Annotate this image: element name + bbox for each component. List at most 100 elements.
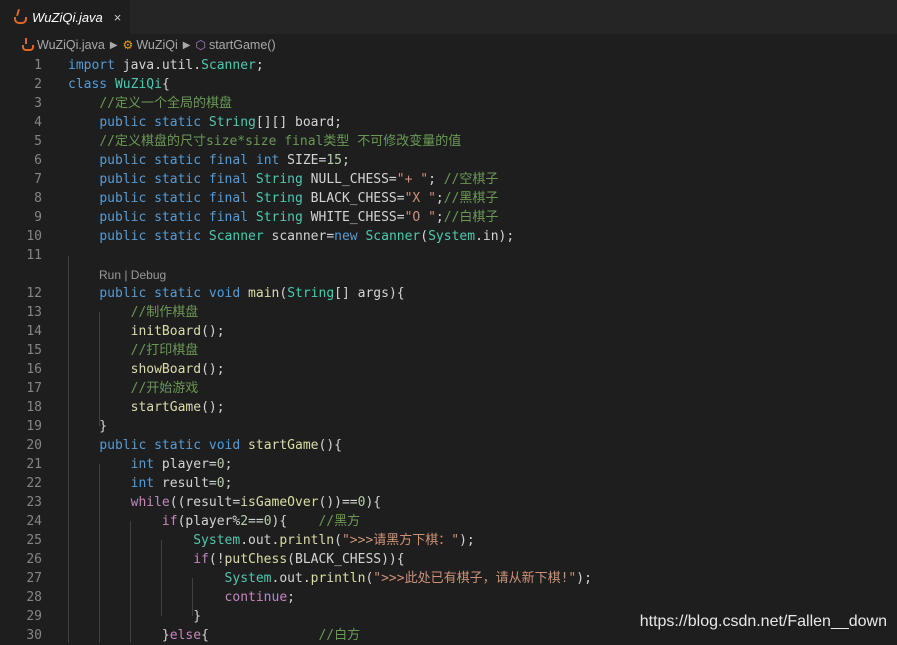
line-number: 10 [26, 229, 42, 244]
line-number: 24 [26, 514, 42, 529]
code-editor[interactable]: Run | Debug 1 import java.util.Scanner; 2… [0, 56, 897, 643]
code-line: 7 public static final String NULL_CHESS=… [0, 170, 897, 189]
code-line: 28 continue; [0, 588, 897, 607]
code-text: class WuZiQi{ [68, 77, 170, 92]
java-file-icon [13, 9, 27, 25]
tab-bar: WuZiQi.java × [0, 0, 897, 34]
line-number: 26 [26, 552, 42, 567]
breadcrumb: WuZiQi.java ▶ ⚙ WuZiQi ▶ ⬡ startGame() [0, 34, 897, 56]
code-line: 3 //定义一个全局的棋盘 [0, 94, 897, 113]
line-number: 21 [26, 457, 42, 472]
breadcrumb-method[interactable]: startGame() [209, 38, 276, 52]
line-number: 30 [26, 628, 42, 643]
code-line: 25 System.out.println(">>>请黑方下棋："); [0, 531, 897, 550]
line-number: 22 [26, 476, 42, 491]
line-number: 25 [26, 533, 42, 548]
line-number: 4 [34, 115, 42, 130]
code-text: } [68, 419, 108, 434]
breadcrumb-file[interactable]: WuZiQi.java [37, 38, 105, 52]
code-text: continue; [224, 590, 295, 605]
tab-wuziqi-java[interactable]: WuZiQi.java × [0, 0, 130, 34]
class-icon: ⚙ [122, 38, 134, 52]
code-text: public static final int SIZE=15; [99, 153, 350, 168]
code-text: showBoard(); [130, 362, 225, 377]
code-line: 22 int result=0; [0, 474, 897, 493]
code-line: 16 showBoard(); [0, 360, 897, 379]
code-line: 21 int player=0; [0, 455, 897, 474]
code-line: 2 class WuZiQi{ [0, 75, 897, 94]
line-number: 15 [26, 343, 42, 358]
chevron-right-icon: ▶ [109, 39, 118, 51]
line-number: 5 [34, 134, 42, 149]
code-text: public static void main(String[] args){ [99, 286, 405, 301]
breadcrumb-class[interactable]: WuZiQi [136, 38, 177, 52]
code-text: int player=0; [130, 457, 233, 472]
code-text: System.out.println(">>>请黑方下棋："); [193, 533, 475, 548]
code-line: 18 startGame(); [0, 398, 897, 417]
line-number: 20 [26, 438, 42, 453]
line-number: 19 [26, 419, 42, 434]
line-number: 11 [26, 248, 42, 263]
code-text: } [68, 609, 202, 624]
code-text: initBoard(); [130, 324, 225, 339]
line-number: 9 [34, 210, 42, 225]
close-icon[interactable]: × [114, 10, 122, 25]
code-text: //打印棋盘 [130, 343, 199, 358]
code-text: //开始游戏 [130, 381, 199, 396]
code-text: public static final String WHITE_CHESS="… [99, 210, 499, 225]
line-number: 29 [26, 609, 42, 624]
code-line: 5 //定义棋盘的尺寸size*size final类型 不可修改变量的值 [0, 132, 897, 151]
code-text: public static Scanner scanner=new Scanne… [99, 229, 515, 244]
code-text: }else{ //白方 [68, 628, 361, 643]
chevron-right-icon: ▶ [182, 39, 191, 51]
line-number: 2 [34, 77, 42, 92]
line-number: 27 [26, 571, 42, 586]
code-text: while((result=isGameOver())==0){ [130, 495, 382, 510]
code-text: System.out.println(">>>此处已有棋子，请从新下棋!"); [224, 571, 592, 586]
line-number: 14 [26, 324, 42, 339]
code-text: public static final String BLACK_CHESS="… [99, 191, 499, 206]
code-line: 23 while((result=isGameOver())==0){ [0, 493, 897, 512]
code-text: if(player%2==0){ //黑方 [161, 514, 361, 529]
code-line: 11 [0, 246, 897, 265]
code-line: 12 public static void main(String[] args… [0, 284, 897, 303]
code-line: 10 public static Scanner scanner=new Sca… [0, 227, 897, 246]
code-line: 27 System.out.println(">>>此处已有棋子，请从新下棋!"… [0, 569, 897, 588]
code-line: 9 public static final String WHITE_CHESS… [0, 208, 897, 227]
code-line: 1 import java.util.Scanner; [0, 56, 897, 75]
code-text: import java.util.Scanner; [68, 58, 264, 73]
code-text: //制作棋盘 [130, 305, 199, 320]
line-number: 28 [26, 590, 42, 605]
line-number: 23 [26, 495, 42, 510]
line-number: 3 [34, 96, 42, 111]
tab-label: WuZiQi.java [32, 9, 103, 25]
code-text: //定义一个全局的棋盘 [99, 96, 232, 111]
code-text: startGame(); [130, 400, 225, 415]
code-line: 4 public static String[][] board; [0, 113, 897, 132]
code-line: 20 public static void startGame(){ [0, 436, 897, 455]
line-number: 12 [26, 286, 42, 301]
line-number: 1 [34, 58, 42, 73]
java-file-icon [21, 38, 34, 52]
code-line: 15 //打印棋盘 [0, 341, 897, 360]
code-line: 8 public static final String BLACK_CHESS… [0, 189, 897, 208]
line-number: 18 [26, 400, 42, 415]
code-line: 14 initBoard(); [0, 322, 897, 341]
code-line: 19 } [0, 417, 897, 436]
line-number: 13 [26, 305, 42, 320]
codelens-run-debug[interactable]: Run | Debug [99, 266, 166, 285]
code-text: public static String[][] board; [99, 115, 342, 130]
line-number: 16 [26, 362, 42, 377]
watermark: https://blog.csdn.net/Fallen__down [639, 613, 887, 630]
code-text: public static void startGame(){ [99, 438, 342, 453]
code-line: 6 public static final int SIZE=15; [0, 151, 897, 170]
line-number: 17 [26, 381, 42, 396]
line-number: 7 [34, 172, 42, 187]
code-text: public static final String NULL_CHESS="+… [99, 172, 499, 187]
code-text: //定义棋盘的尺寸size*size final类型 不可修改变量的值 [99, 134, 462, 149]
line-number: 8 [34, 191, 42, 206]
code-line: 13 //制作棋盘 [0, 303, 897, 322]
code-line: 17 //开始游戏 [0, 379, 897, 398]
line-number: 6 [34, 153, 42, 168]
method-icon: ⬡ [195, 38, 206, 52]
